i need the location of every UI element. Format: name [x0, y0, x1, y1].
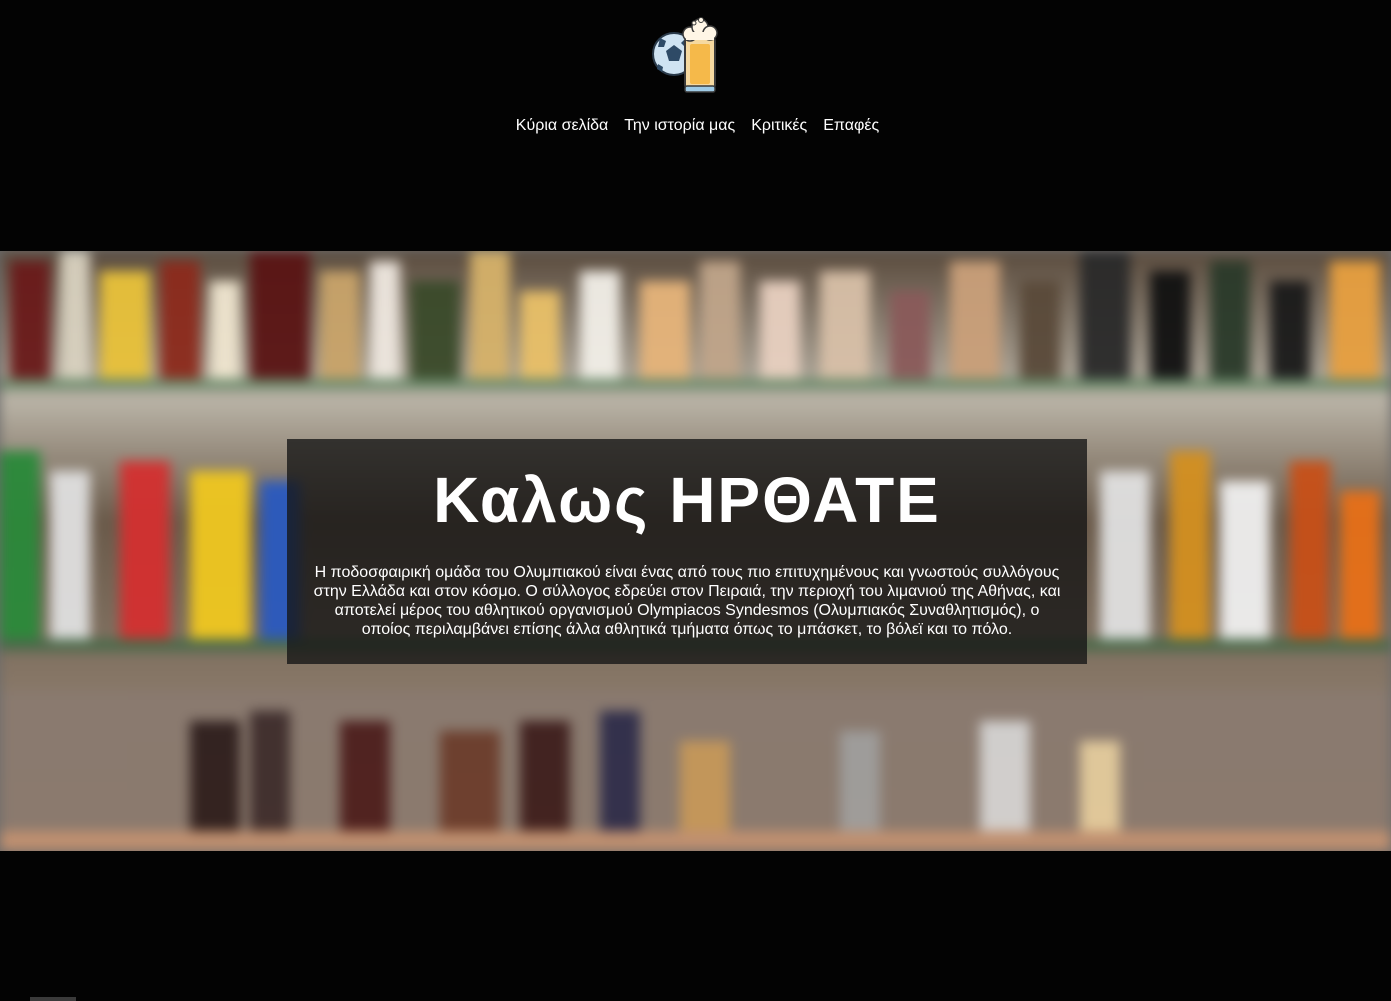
- hero-section: Καλως ΗΡΘΑΤΕ Η ποδοσφαιρική ομάδα του Ολ…: [0, 251, 1391, 851]
- main-navigation: Κύρια σελίδα Την ιστορία μας Κριτικές Επ…: [0, 116, 1391, 136]
- scrollbar-thumb[interactable]: [30, 997, 76, 1001]
- welcome-title: Καλως ΗΡΘΑΤΕ: [433, 464, 941, 536]
- nav-link-our-story[interactable]: Την ιστορία μας: [624, 116, 735, 136]
- football-beer-logo-icon[interactable]: [650, 14, 726, 94]
- nav-link-home[interactable]: Κύρια σελίδα: [516, 116, 609, 136]
- welcome-description: Η ποδοσφαιρική ομάδα του Ολυμπιακού είνα…: [313, 564, 1061, 638]
- welcome-panel: Καλως ΗΡΘΑΤΕ Η ποδοσφαιρική ομάδα του Ολ…: [287, 439, 1087, 664]
- site-header: Κύρια σελίδα Την ιστορία μας Κριτικές Επ…: [0, 0, 1391, 251]
- nav-link-contacts[interactable]: Επαφές: [823, 116, 879, 136]
- page-bottom-area: [0, 851, 1391, 1001]
- nav-link-reviews[interactable]: Κριτικές: [751, 116, 807, 136]
